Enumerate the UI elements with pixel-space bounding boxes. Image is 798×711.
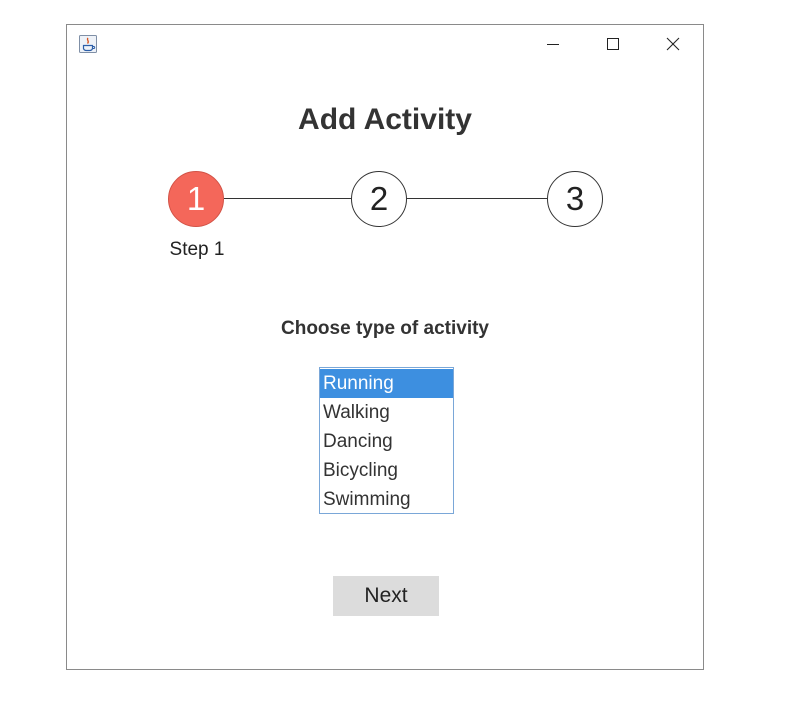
step-2-circle: 2 — [351, 171, 407, 227]
step-3-number: 3 — [565, 180, 585, 217]
step-3-circle: 3 — [547, 171, 603, 227]
step-connector — [224, 198, 351, 199]
activity-type-list[interactable]: Running Walking Dancing Bicycling Swimmi… — [319, 367, 454, 514]
list-item-running[interactable]: Running — [320, 369, 453, 398]
list-item-bicycling[interactable]: Bicycling — [320, 456, 453, 485]
progress-stepper: 1 2 3 Step 1 — [67, 25, 703, 285]
step-1-number: 1 — [186, 180, 206, 217]
step-1-label: Step 1 — [169, 239, 225, 260]
list-item-dancing[interactable]: Dancing — [320, 427, 453, 456]
activity-prompt: Choose type of activity — [281, 318, 489, 339]
step-2-number: 2 — [369, 180, 389, 217]
list-item-swimming[interactable]: Swimming — [320, 485, 453, 514]
step-1-circle: 1 — [168, 171, 224, 227]
step-connector — [407, 198, 547, 199]
app-window: Add Activity 1 2 3 Step 1 Choose type of… — [66, 24, 704, 670]
list-item-walking[interactable]: Walking — [320, 398, 453, 427]
next-button[interactable]: Next — [333, 576, 439, 616]
